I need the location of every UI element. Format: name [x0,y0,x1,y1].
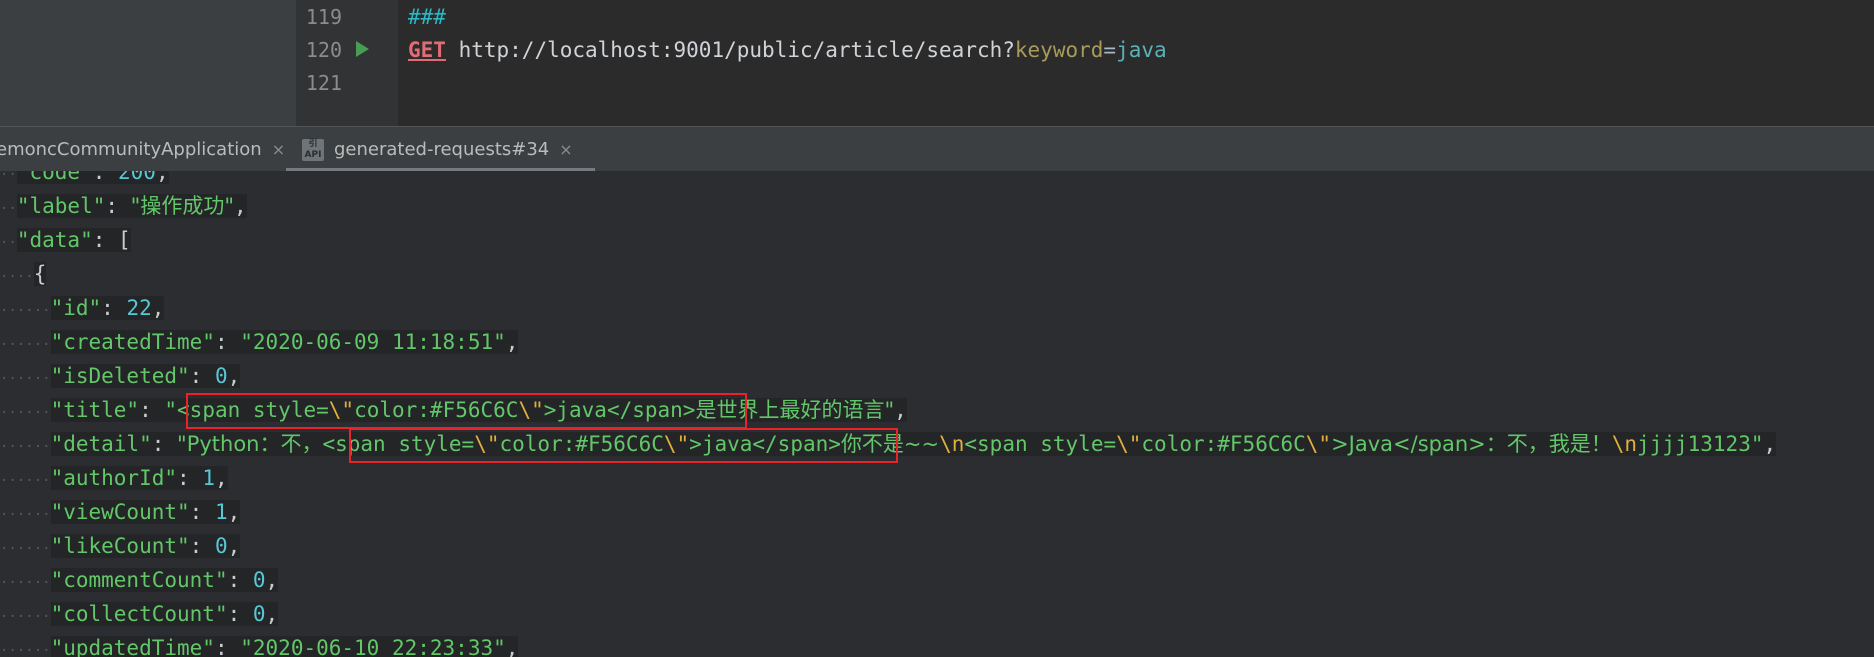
tab-label: emoncCommunityApplication [0,139,262,160]
json-line-id: ······"id": 22, [0,296,165,320]
json-line-likeCount: ······"likeCount": 0, [0,534,241,558]
project-panel-strip [0,0,296,126]
line-number: 120 [305,38,342,62]
request-separator: ### [408,5,446,29]
json-line-label: ··"label": "操作成功", [0,194,247,218]
json-line-commentCount: ······"commentCount": 0, [0,568,279,592]
json-line-collectCount: ······"collectCount": 0, [0,602,279,626]
query-param-value: java [1116,38,1167,62]
run-tab-bar: emoncCommunityApplication × 引 API generat… [0,126,1874,172]
api-icon: 引 API [302,138,324,161]
close-icon[interactable]: × [272,140,285,159]
request-url: http://localhost:9001/public/article/sea… [458,38,1015,62]
code-line-separator[interactable]: ### [408,0,446,34]
close-icon[interactable]: × [559,140,572,159]
json-line-authorId: ······"authorId": 1, [0,466,228,490]
json-line-title: ······"title": "<span style=\"color:#F56… [0,398,907,422]
json-line-isDeleted: ······"isDeleted": 0, [0,364,241,388]
http-request-editor[interactable]: 119 120 121 ### GET http://localhost:900… [0,0,1874,126]
response-body[interactable]: ··"code": 200, ··"label": "操作成功", ··"dat… [0,171,1874,657]
run-request-icon[interactable] [356,41,369,57]
json-line-viewCount: ······"viewCount": 1, [0,500,241,524]
line-number: 119 [305,5,342,29]
query-param-key: keyword [1014,38,1104,62]
line-number: 121 [305,71,342,95]
json-line-createdTime: ······"createdTime": "2020-06-09 11:18:5… [0,330,519,354]
query-param-equals: = [1103,38,1117,62]
code-line-request[interactable]: GET http://localhost:9001/public/article… [408,33,1167,67]
tab-label: generated-requests#34 [334,139,550,160]
tab-application[interactable]: emoncCommunityApplication × [0,127,285,172]
json-line-code: ··"code": 200, [0,171,169,189]
tab-generated-requests[interactable]: 引 API generated-requests#34 × [286,127,595,172]
json-line-updatedTime: ······"updatedTime": "2020-06-10 22:23:3… [0,631,519,657]
http-method: GET [408,38,446,62]
json-line-data: ··"data": [ [0,228,131,252]
json-line-open-brace: ····{ [0,262,47,286]
json-line-detail: ······"detail": "Python：不，<span style=\"… [0,432,1777,456]
